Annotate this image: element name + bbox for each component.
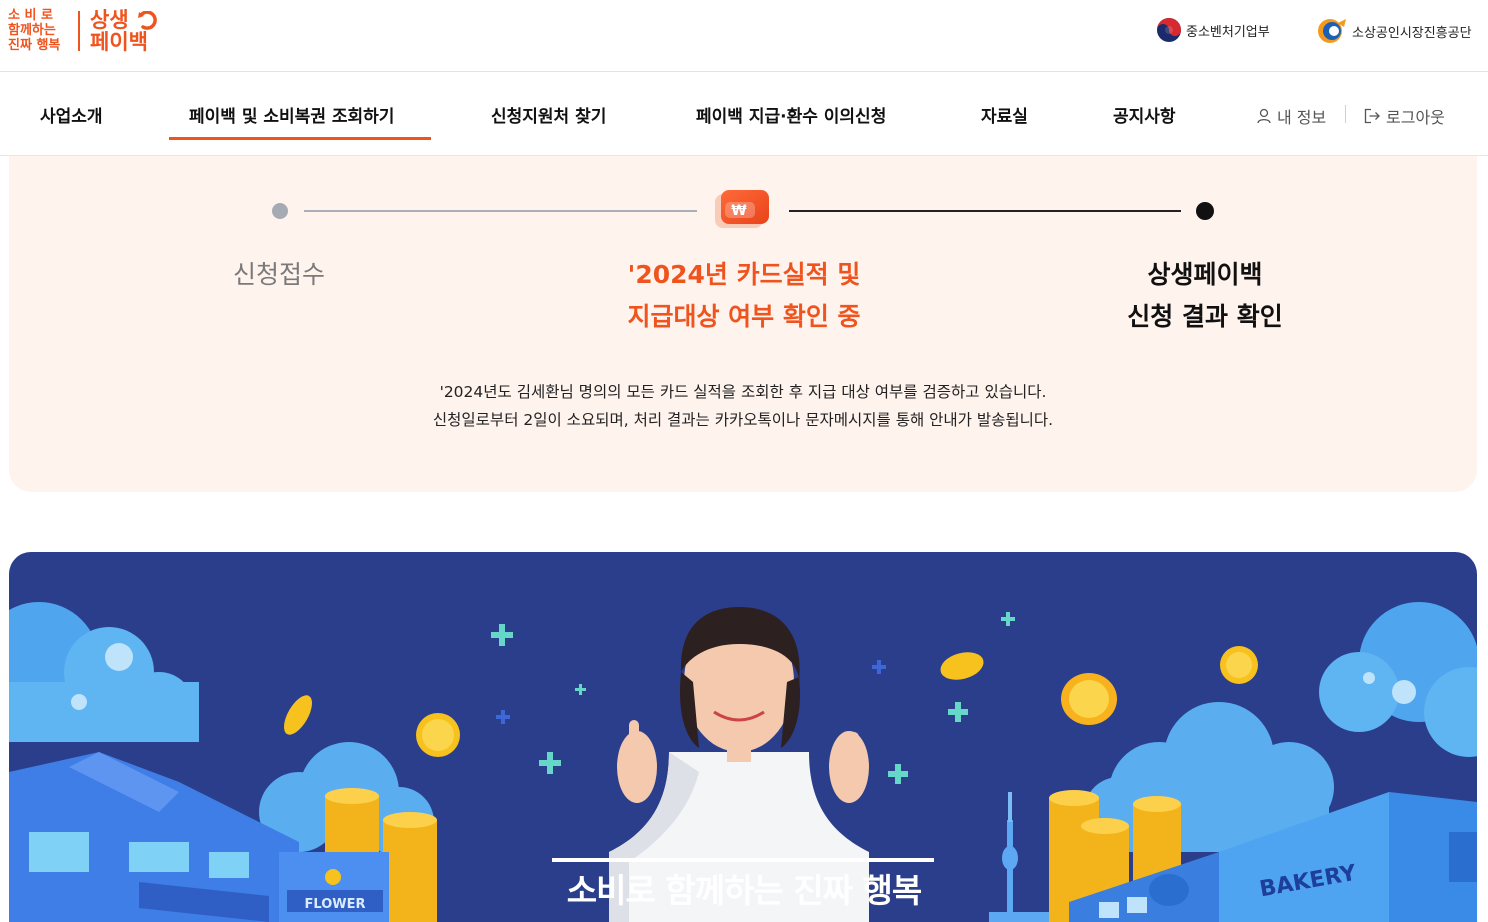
- logo-slogan: 소 비 로 함께하는 진짜 행복: [8, 8, 70, 53]
- taegeuk-emblem-icon: [1157, 18, 1181, 42]
- top-header: 소 비 로 함께하는 진짜 행복 상생 페이백 중소벤처기업부 소상공인시장진흥…: [0, 0, 1488, 72]
- cloud-left-icon: [9, 602, 199, 742]
- payback-arrow-icon: [138, 10, 157, 30]
- svg-text:₩: ₩: [731, 203, 747, 219]
- my-info-link[interactable]: 내 정보: [1256, 104, 1326, 128]
- step-2-label: '2024년 카드실적 및 지급대상 여부 확인 중: [584, 254, 904, 338]
- user-icon: [1257, 108, 1271, 124]
- logo-divider: [78, 10, 80, 51]
- slogan-line-2: 함께하는: [8, 23, 56, 38]
- nav-item-objection[interactable]: 페이백 지급·환수 이의신청: [696, 102, 886, 127]
- logout-link[interactable]: 로그아웃: [1363, 104, 1445, 128]
- progress-line-done: [304, 210, 697, 212]
- progress-line-pending: [789, 210, 1181, 212]
- flower-sign: FLOWER: [305, 897, 366, 912]
- nav-item-find-support[interactable]: 신청지원처 찾기: [491, 102, 606, 127]
- brand-line-2: 페이백: [90, 29, 148, 54]
- step-1-label: 신청접수: [169, 254, 389, 296]
- step-3-marker: [1196, 202, 1214, 220]
- org-mss[interactable]: 중소벤처기업부: [1156, 17, 1270, 43]
- step-3-line-2: 신청 결과 확인: [1127, 302, 1283, 331]
- notice-line-2: 신청일로부터 2일이 소요되며, 처리 결과는 카카오톡이나 문자메시지를 통해…: [432, 411, 1054, 429]
- logout-icon: [1364, 108, 1380, 124]
- step-2-line-2: 지급대상 여부 확인 중: [627, 302, 861, 331]
- step-1-line-1: 신청접수: [232, 260, 325, 289]
- banner-title-bar: [552, 858, 934, 862]
- won-card-icon: ₩: [715, 190, 769, 228]
- org-name: 중소벤처기업부: [1186, 24, 1270, 40]
- site-logo[interactable]: 소 비 로 함께하는 진짜 행복 상생 페이백: [8, 8, 157, 54]
- nav-item-about[interactable]: 사업소개: [40, 102, 103, 127]
- notice-line-1: '2024년도 김세환님 명의의 모든 카드 실적을 조회한 후 지급 대상 여…: [439, 383, 1047, 401]
- semas-logo-icon: [1318, 19, 1346, 43]
- banner-title: 소비로 함께하는 진짜 행복: [566, 871, 922, 910]
- logo-brand: 상생 페이백: [90, 9, 157, 54]
- logout-label: 로그아웃: [1386, 108, 1445, 127]
- my-info-label: 내 정보: [1277, 108, 1327, 127]
- slogan-line-3: 진짜 행복: [8, 38, 61, 53]
- cloud-right-icon: [1319, 602, 1477, 757]
- step-2-line-1: '2024년 카드실적 및: [627, 260, 861, 289]
- slogan-line-1: 소 비 로: [8, 8, 53, 23]
- nav-separator: [1345, 105, 1346, 123]
- application-status-panel: ₩ 신청접수 '2024년 카드실적 및 지급대상 여부 확인 중 상생페이백 …: [9, 156, 1477, 492]
- nav-item-notice[interactable]: 공지사항: [1113, 102, 1176, 127]
- namsan-tower-icon: [989, 792, 1049, 922]
- nav-item-lookup[interactable]: 페이백 및 소비복권 조회하기: [189, 102, 394, 127]
- org-semas[interactable]: 소상공인시장진흥공단: [1316, 17, 1472, 45]
- promo-banner: FLOWER BAKERY 소비로 함께하는 진짜 행복: [9, 552, 1477, 922]
- org-name: 소상공인시장진흥공단: [1352, 25, 1472, 41]
- step-3-label: 상생페이백 신청 결과 확인: [1085, 254, 1325, 338]
- step-1-marker: [272, 203, 288, 219]
- step-3-line-1: 상생페이백: [1147, 260, 1263, 289]
- main-nav: 사업소개 페이백 및 소비복권 조회하기 신청지원처 찾기 페이백 지급·환수 …: [0, 72, 1488, 156]
- status-notice: '2024년도 김세환님 명의의 모든 카드 실적을 조회한 후 지급 대상 여…: [9, 378, 1477, 434]
- nav-item-archive[interactable]: 자료실: [981, 102, 1028, 127]
- nav-active-indicator: [169, 137, 431, 140]
